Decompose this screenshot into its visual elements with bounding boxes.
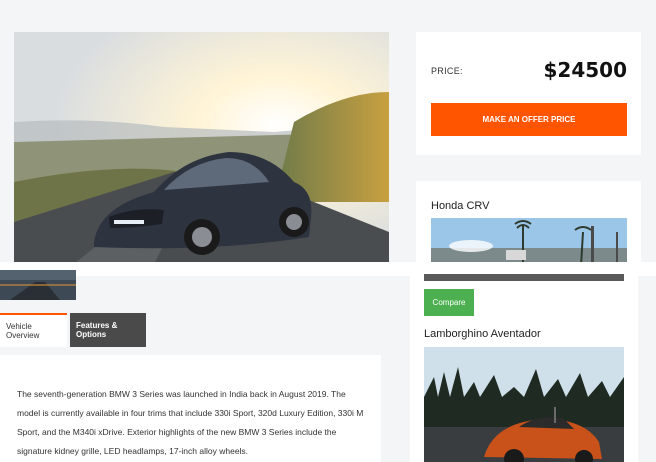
tab-vehicle-overview[interactable]: Vehicle Overview — [0, 313, 67, 347]
vehicle-tabs: Vehicle Overview Features & Options — [0, 313, 146, 347]
price-card: PRICE: $24500 MAKE AN OFFER PRICE — [416, 32, 641, 155]
compare-button[interactable]: Compare — [424, 289, 474, 316]
gallery-thumbnail[interactable] — [0, 270, 76, 300]
compare-car-photo[interactable] — [431, 218, 627, 264]
hero-car-photo[interactable] — [14, 32, 389, 264]
price-label: PRICE: — [431, 66, 463, 76]
compare-card: Honda CRV — [416, 181, 641, 264]
vehicle-gallery — [14, 32, 389, 264]
compare-car-name[interactable]: Honda CRV — [431, 200, 490, 212]
compare-card-lower: Compare Lamborghino Aventador — [410, 274, 638, 462]
compare-car-name[interactable]: Lamborghino Aventador — [424, 328, 541, 340]
overview-description: The seventh-generation BMW 3 Series was … — [17, 389, 364, 456]
compare-car-photo[interactable] — [424, 347, 624, 462]
tab-features-options[interactable]: Features & Options — [70, 313, 146, 347]
price-value: $24500 — [543, 58, 628, 82]
make-offer-button[interactable]: MAKE AN OFFER PRICE — [431, 103, 627, 136]
compare-car-photo-bottom — [424, 274, 624, 281]
vehicle-overview-panel: The seventh-generation BMW 3 Series was … — [0, 355, 381, 462]
